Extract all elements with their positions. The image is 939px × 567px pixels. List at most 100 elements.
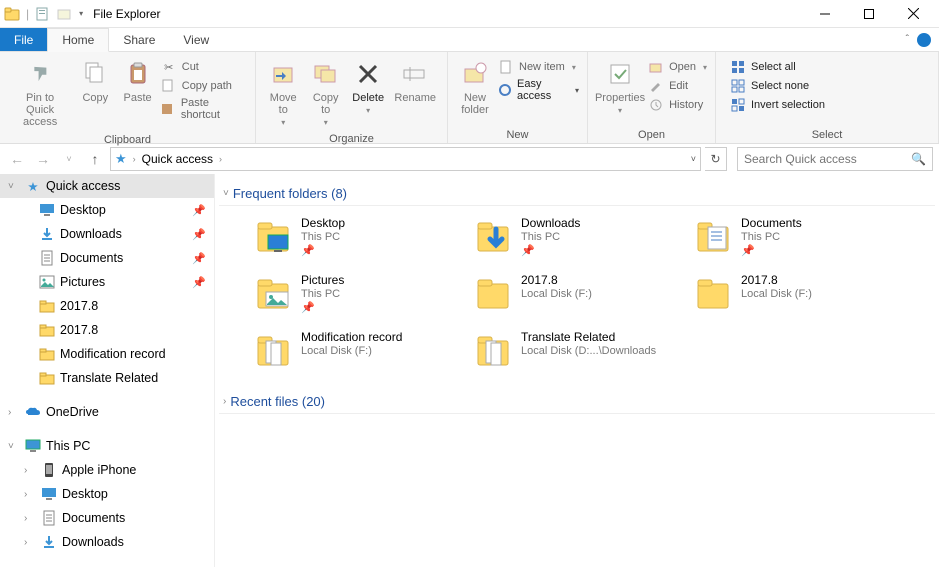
delete-button[interactable]: Delete▾ [347,56,389,129]
copy-to-button[interactable]: Copy to▾ [304,56,346,129]
search-input[interactable] [744,152,911,166]
easy-access-button[interactable]: Easy access▾ [496,77,581,103]
sidebar-item-downloads[interactable]: › Downloads [0,530,214,554]
group-label-open: Open [588,129,715,143]
sidebar-item-label: Downloads [60,227,122,241]
folder-name: Translate Related [521,330,656,344]
ribbon-tabs: File Home Share View ˆ [0,28,939,52]
pin-icon: 📌 [521,244,580,257]
folder-item-pictures[interactable]: PicturesThis PC📌 [249,267,459,320]
folder-icon [38,299,56,313]
folder-item-translate-related[interactable]: Translate RelatedLocal Disk (D:...\Downl… [469,324,679,376]
breadcrumb-current[interactable]: Quick access [142,152,213,166]
folder-location: Local Disk (D:...\Downloads [521,345,656,357]
sidebar-item-desktop[interactable]: ›Desktop [0,482,214,506]
address-bar: ← → ˅ ↑ ★ › Quick access › ˅ ↻ 🔍 [0,144,939,174]
paste-button[interactable]: Paste [116,56,158,130]
history-icon [648,97,664,113]
desktop-icon [38,203,56,217]
recent-dropdown[interactable]: ˅ [58,148,80,170]
chevron-right-icon[interactable]: › [24,489,36,500]
sidebar-item-label: Downloads [62,535,124,549]
folder-location: This PC [521,231,580,243]
document-icon [40,510,58,526]
chevron-down-icon[interactable]: ˅ [8,181,20,192]
minimize-button[interactable] [803,0,847,28]
pin-to-quick-access-button[interactable]: Pin to Quick access [6,56,74,130]
sidebar-item-downloads[interactable]: Downloads📌 [0,222,214,246]
folder-location: Local Disk (F:) [741,288,812,300]
refresh-button[interactable]: ↻ [705,147,727,171]
up-button[interactable]: ↑ [84,148,106,170]
help-icon[interactable] [917,33,931,47]
breadcrumb[interactable]: ★ › Quick access › ˅ [110,147,701,171]
copy-button[interactable]: Copy [74,56,116,130]
open-button[interactable]: Open▾ [646,58,709,76]
collapse-ribbon-icon[interactable]: ˆ [906,34,909,45]
folder-name: 2017.8 [741,273,812,287]
folder-item-2017-8[interactable]: 2017.8Local Disk (F:) [689,267,899,320]
rename-button[interactable]: Rename [389,56,441,129]
tab-file[interactable]: File [0,28,47,51]
sidebar-item-quick-access[interactable]: ˅ ★ Quick access [0,174,214,198]
back-button[interactable]: ← [6,148,28,170]
folder-name: Pictures [301,273,344,287]
folder-item-downloads[interactable]: DownloadsThis PC📌 [469,210,679,263]
folder-item-documents[interactable]: DocumentsThis PC📌 [689,210,899,263]
new-folder-qat-icon[interactable] [57,6,73,22]
properties-qat-icon[interactable] [35,6,51,22]
chevron-right-icon[interactable]: › [8,407,20,418]
new-folder-button[interactable]: New folder [454,56,496,125]
sidebar-item-pictures[interactable]: Pictures📌 [0,270,214,294]
history-button[interactable]: History [646,96,709,114]
sidebar-item-2017-8[interactable]: 2017.8 [0,294,214,318]
folder-docs-icon [253,330,293,370]
new-item-button[interactable]: New item▾ [496,58,581,76]
paste-shortcut-button[interactable]: Paste shortcut [159,96,249,122]
select-all-button[interactable]: Select all [728,58,827,76]
section-title: Frequent folders (8) [233,186,347,201]
chevron-right-icon[interactable]: › [24,537,36,548]
sidebar-item-documents[interactable]: Documents📌 [0,246,214,270]
folder-icon [693,273,733,313]
section-recent-files[interactable]: › Recent files (20) [219,390,935,414]
forward-button[interactable]: → [32,148,54,170]
folder-item-modification-record[interactable]: Modification recordLocal Disk (F:) [249,324,459,376]
folder-item-desktop[interactable]: DesktopThis PC📌 [249,210,459,263]
new-item-icon [498,59,514,75]
sidebar-item-label: 2017.8 [60,323,98,337]
qat-dropdown-icon[interactable]: ▾ [79,9,83,18]
move-to-icon [267,58,299,90]
tab-home[interactable]: Home [47,28,109,52]
search-box[interactable]: 🔍 [737,147,933,171]
group-label-select: Select [716,129,938,143]
chevron-right-icon[interactable]: › [219,154,222,164]
sidebar-item-onedrive[interactable]: › OneDrive [0,400,214,424]
chevron-right-icon[interactable]: › [24,513,36,524]
sidebar-item-2017-8[interactable]: 2017.8 [0,318,214,342]
sidebar-item-this-pc[interactable]: ˅ This PC [0,434,214,458]
sidebar-item-desktop[interactable]: Desktop📌 [0,198,214,222]
search-icon[interactable]: 🔍 [911,152,926,166]
onedrive-icon [24,406,42,418]
section-frequent-folders[interactable]: ˅ Frequent folders (8) [219,182,935,206]
sidebar-item-modification-record[interactable]: Modification record [0,342,214,366]
sidebar-item-documents[interactable]: ›Documents [0,506,214,530]
sidebar-item-apple-iphone[interactable]: ›Apple iPhone [0,458,214,482]
copy-path-button[interactable]: Copy path [159,77,249,95]
move-to-button[interactable]: Move to▾ [262,56,304,129]
maximize-button[interactable] [847,0,891,28]
cut-button[interactable]: ✂Cut [159,58,249,76]
folder-item-2017-8[interactable]: 2017.8Local Disk (F:) [469,267,679,320]
chevron-right-icon[interactable]: › [24,465,36,476]
edit-button[interactable]: Edit [646,77,709,95]
tab-view[interactable]: View [169,28,223,51]
chevron-down-icon[interactable]: ˅ [8,441,20,452]
close-button[interactable] [891,0,935,28]
select-none-button[interactable]: Select none [728,77,827,95]
properties-button[interactable]: Properties▾ [594,56,646,125]
invert-selection-button[interactable]: Invert selection [728,96,827,114]
tab-share[interactable]: Share [109,28,169,51]
breadcrumb-dropdown-icon[interactable]: ˅ [691,154,696,164]
sidebar-item-translate-related[interactable]: Translate Related [0,366,214,390]
